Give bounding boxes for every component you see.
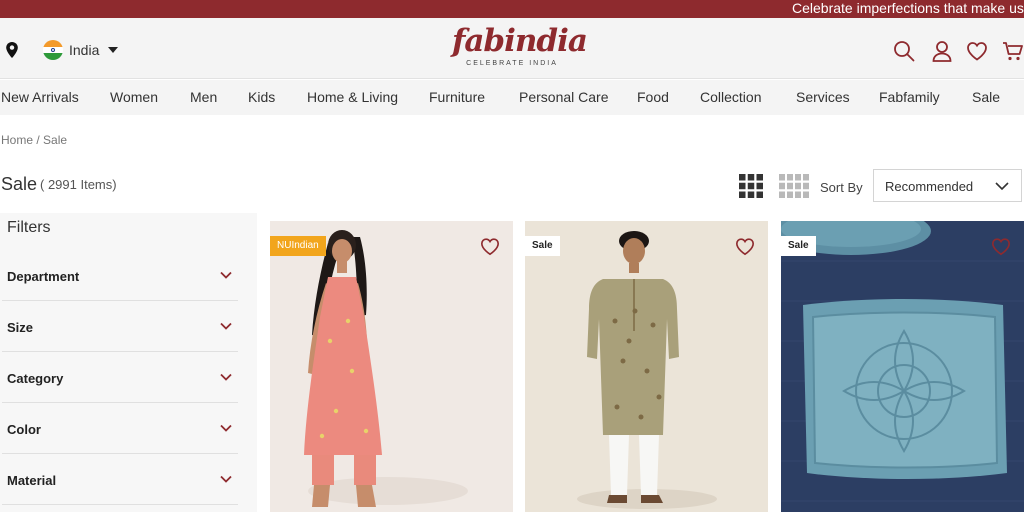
chevron-down-icon xyxy=(220,373,232,381)
cart-icon[interactable] xyxy=(1002,40,1024,62)
filter-label: Category xyxy=(7,371,64,386)
product-image xyxy=(525,221,768,512)
product-badge: Sale xyxy=(781,236,816,256)
filter-label: Size xyxy=(7,320,34,335)
fabindia-logo[interactable]: fabindia CELEBRATE INDIA xyxy=(452,23,588,72)
announcement-bar: Celebrate imperfections that make us u xyxy=(0,0,1024,18)
nav-furniture[interactable]: Furniture xyxy=(429,89,485,105)
filter-label: Material xyxy=(7,473,57,488)
nav-food[interactable]: Food xyxy=(637,89,669,105)
filter-department[interactable]: Department xyxy=(2,250,238,301)
wishlist-heart-icon[interactable] xyxy=(991,237,1011,256)
wishlist-heart-icon[interactable] xyxy=(480,237,500,256)
filter-material[interactable]: Material xyxy=(2,454,238,505)
main-nav: New Arrivals Women Men Kids Home & Livin… xyxy=(0,80,1024,115)
nav-collection[interactable]: Collection xyxy=(700,89,761,105)
item-count: ( 2991 Items) xyxy=(40,177,117,192)
country-name: India xyxy=(69,42,100,58)
country-selector[interactable]: India xyxy=(43,40,119,60)
search-icon[interactable] xyxy=(893,40,915,62)
filter-label: Department xyxy=(7,269,80,284)
logo-tagline: CELEBRATE INDIA xyxy=(466,60,558,67)
nav-personal-care[interactable]: Personal Care xyxy=(519,89,609,105)
breadcrumb-separator: / xyxy=(33,133,44,147)
nav-women[interactable]: Women xyxy=(110,89,158,105)
logo-wordmark: fabindia xyxy=(452,23,588,59)
product-image xyxy=(270,221,513,512)
product-badge: Sale xyxy=(525,236,560,256)
announcement-text: Celebrate imperfections that make us u xyxy=(792,0,1024,16)
product-card[interactable]: Sale xyxy=(525,221,768,512)
india-flag-icon xyxy=(43,40,63,60)
chevron-down-icon xyxy=(995,182,1009,191)
sort-value: Recommended xyxy=(885,179,974,194)
nav-kids[interactable]: Kids xyxy=(248,89,275,105)
grid-3-icon[interactable] xyxy=(739,174,763,198)
nav-services[interactable]: Services xyxy=(796,89,850,105)
breadcrumb-current: Sale xyxy=(43,133,68,147)
sort-label: Sort By xyxy=(820,180,863,195)
nav-home-living[interactable]: Home & Living xyxy=(307,89,398,105)
filters-title: Filters xyxy=(7,219,51,236)
breadcrumb: Home / Sale xyxy=(1,133,67,147)
chevron-down-icon xyxy=(220,322,232,330)
chevron-down-icon xyxy=(220,475,232,483)
filter-label: Color xyxy=(7,422,41,437)
caret-down-icon xyxy=(108,47,119,53)
product-badge: NUIndian xyxy=(270,236,326,256)
sort-dropdown[interactable]: Recommended xyxy=(873,169,1022,202)
product-card[interactable]: NUIndian xyxy=(270,221,513,512)
user-icon[interactable] xyxy=(931,40,953,62)
product-card[interactable]: Sale xyxy=(781,221,1024,512)
filter-color[interactable]: Color xyxy=(2,403,238,454)
nav-sale[interactable]: Sale xyxy=(972,89,1000,105)
nav-new-arrivals[interactable]: New Arrivals xyxy=(1,89,79,105)
filters-panel: Filters Department Size Category Color M… xyxy=(0,213,257,512)
breadcrumb-home[interactable]: Home xyxy=(1,133,33,147)
site-header: India fabindia CELEBRATE INDIA xyxy=(0,18,1024,79)
chevron-down-icon xyxy=(220,271,232,279)
page-title: Sale xyxy=(1,174,38,194)
wishlist-heart-icon[interactable] xyxy=(966,40,988,62)
product-image xyxy=(781,221,1024,512)
chevron-down-icon xyxy=(220,424,232,432)
nav-men[interactable]: Men xyxy=(190,89,217,105)
location-pin-icon[interactable] xyxy=(5,42,19,58)
grid-4-icon[interactable] xyxy=(779,174,809,198)
nav-fabfamily[interactable]: Fabfamily xyxy=(879,89,940,105)
filter-size[interactable]: Size xyxy=(2,301,238,352)
wishlist-heart-icon[interactable] xyxy=(735,237,755,256)
filter-category[interactable]: Category xyxy=(2,352,238,403)
